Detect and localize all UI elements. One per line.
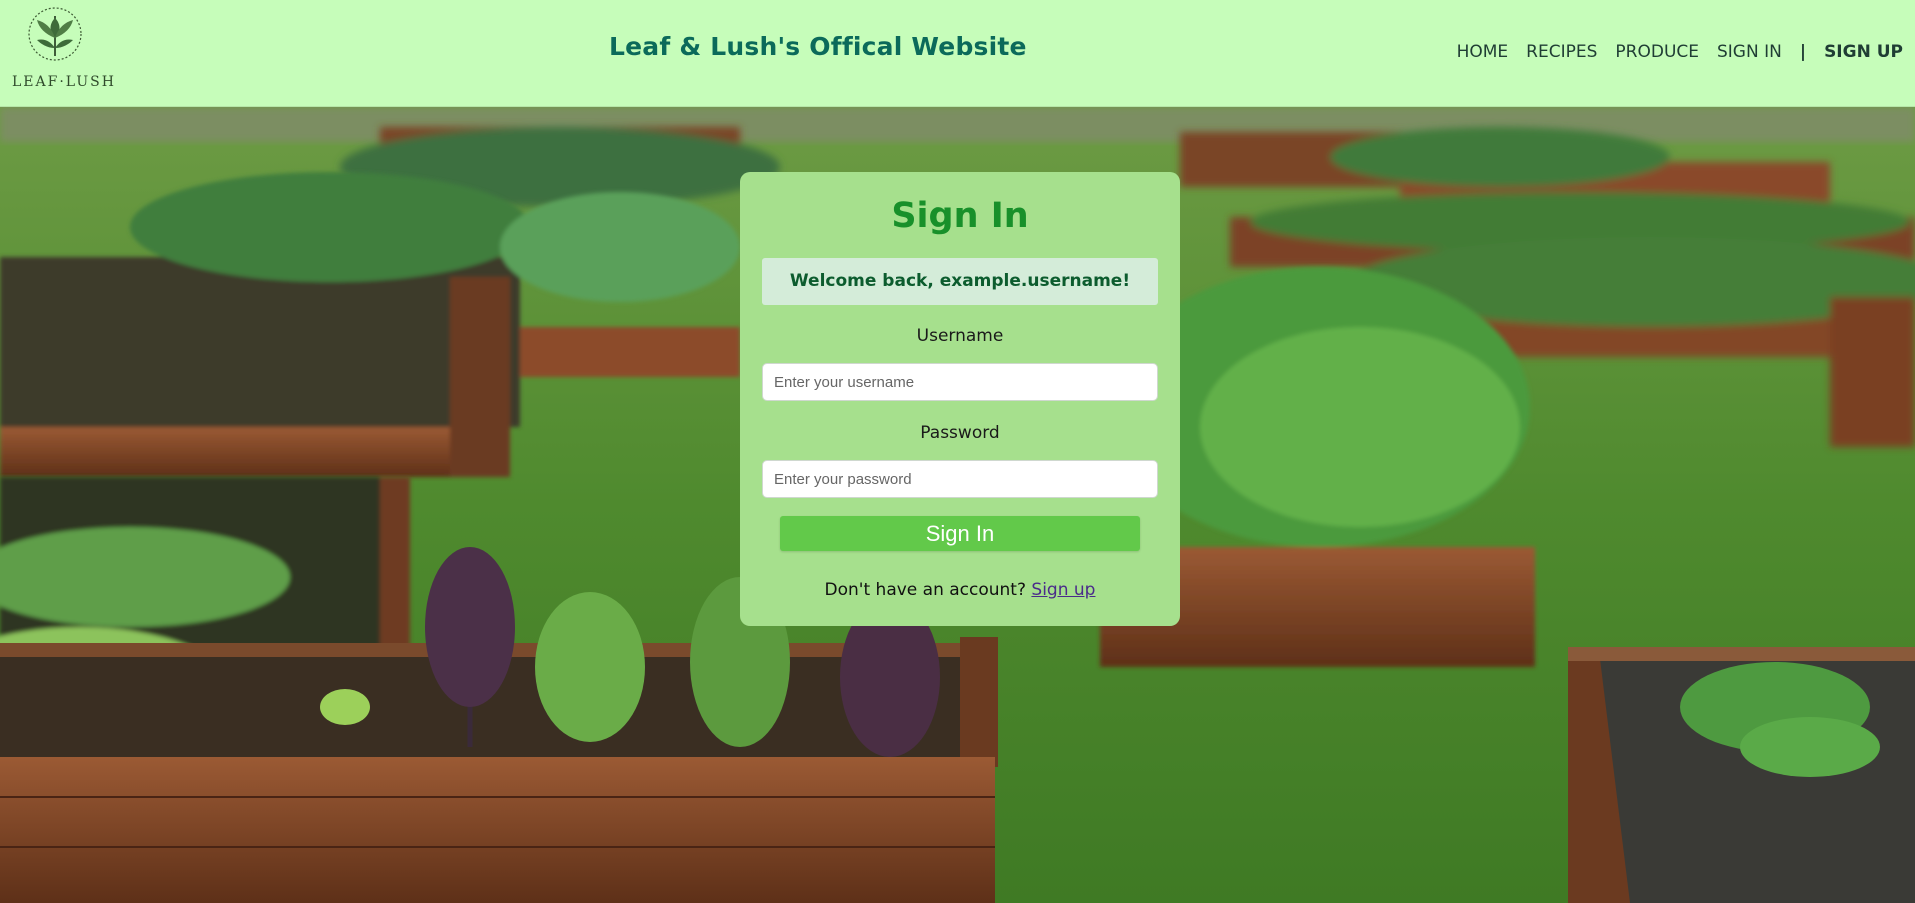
sign-up-link[interactable]: Sign up [1031,580,1095,600]
username-label: Username [916,326,1004,346]
nav-produce[interactable]: PRODUCE [1615,42,1699,62]
welcome-message: Welcome back, example.username! [762,258,1158,305]
nav-sign-up[interactable]: SIGN UP [1824,42,1903,62]
logo-text: LEAF·LUSH [12,74,116,90]
nav-sign-in[interactable]: SIGN IN [1717,42,1782,62]
sign-in-button[interactable]: Sign In [780,516,1140,551]
nav-recipes[interactable]: RECIPES [1526,42,1597,62]
nav-separator: | [1799,42,1807,62]
logo[interactable]: LEAF·LUSH [12,4,116,90]
sign-in-title: Sign In [891,196,1029,236]
signup-prompt-text: Don't have an account? [824,580,1032,600]
password-input[interactable] [762,460,1158,498]
site-header: LEAF·LUSH Leaf & Lush's Offical Website … [0,0,1915,107]
nav-home[interactable]: HOME [1457,42,1509,62]
main-nav: HOME RECIPES PRODUCE SIGN IN | SIGN UP [1439,42,1903,62]
signup-prompt: Don't have an account? Sign up [740,580,1180,600]
sign-in-card: Sign In Welcome back, example.username! … [740,172,1180,626]
site-title: Leaf & Lush's Offical Website [609,32,1027,61]
username-input[interactable] [762,363,1158,401]
leaf-logo-icon [28,7,82,61]
password-label: Password [920,423,1000,443]
